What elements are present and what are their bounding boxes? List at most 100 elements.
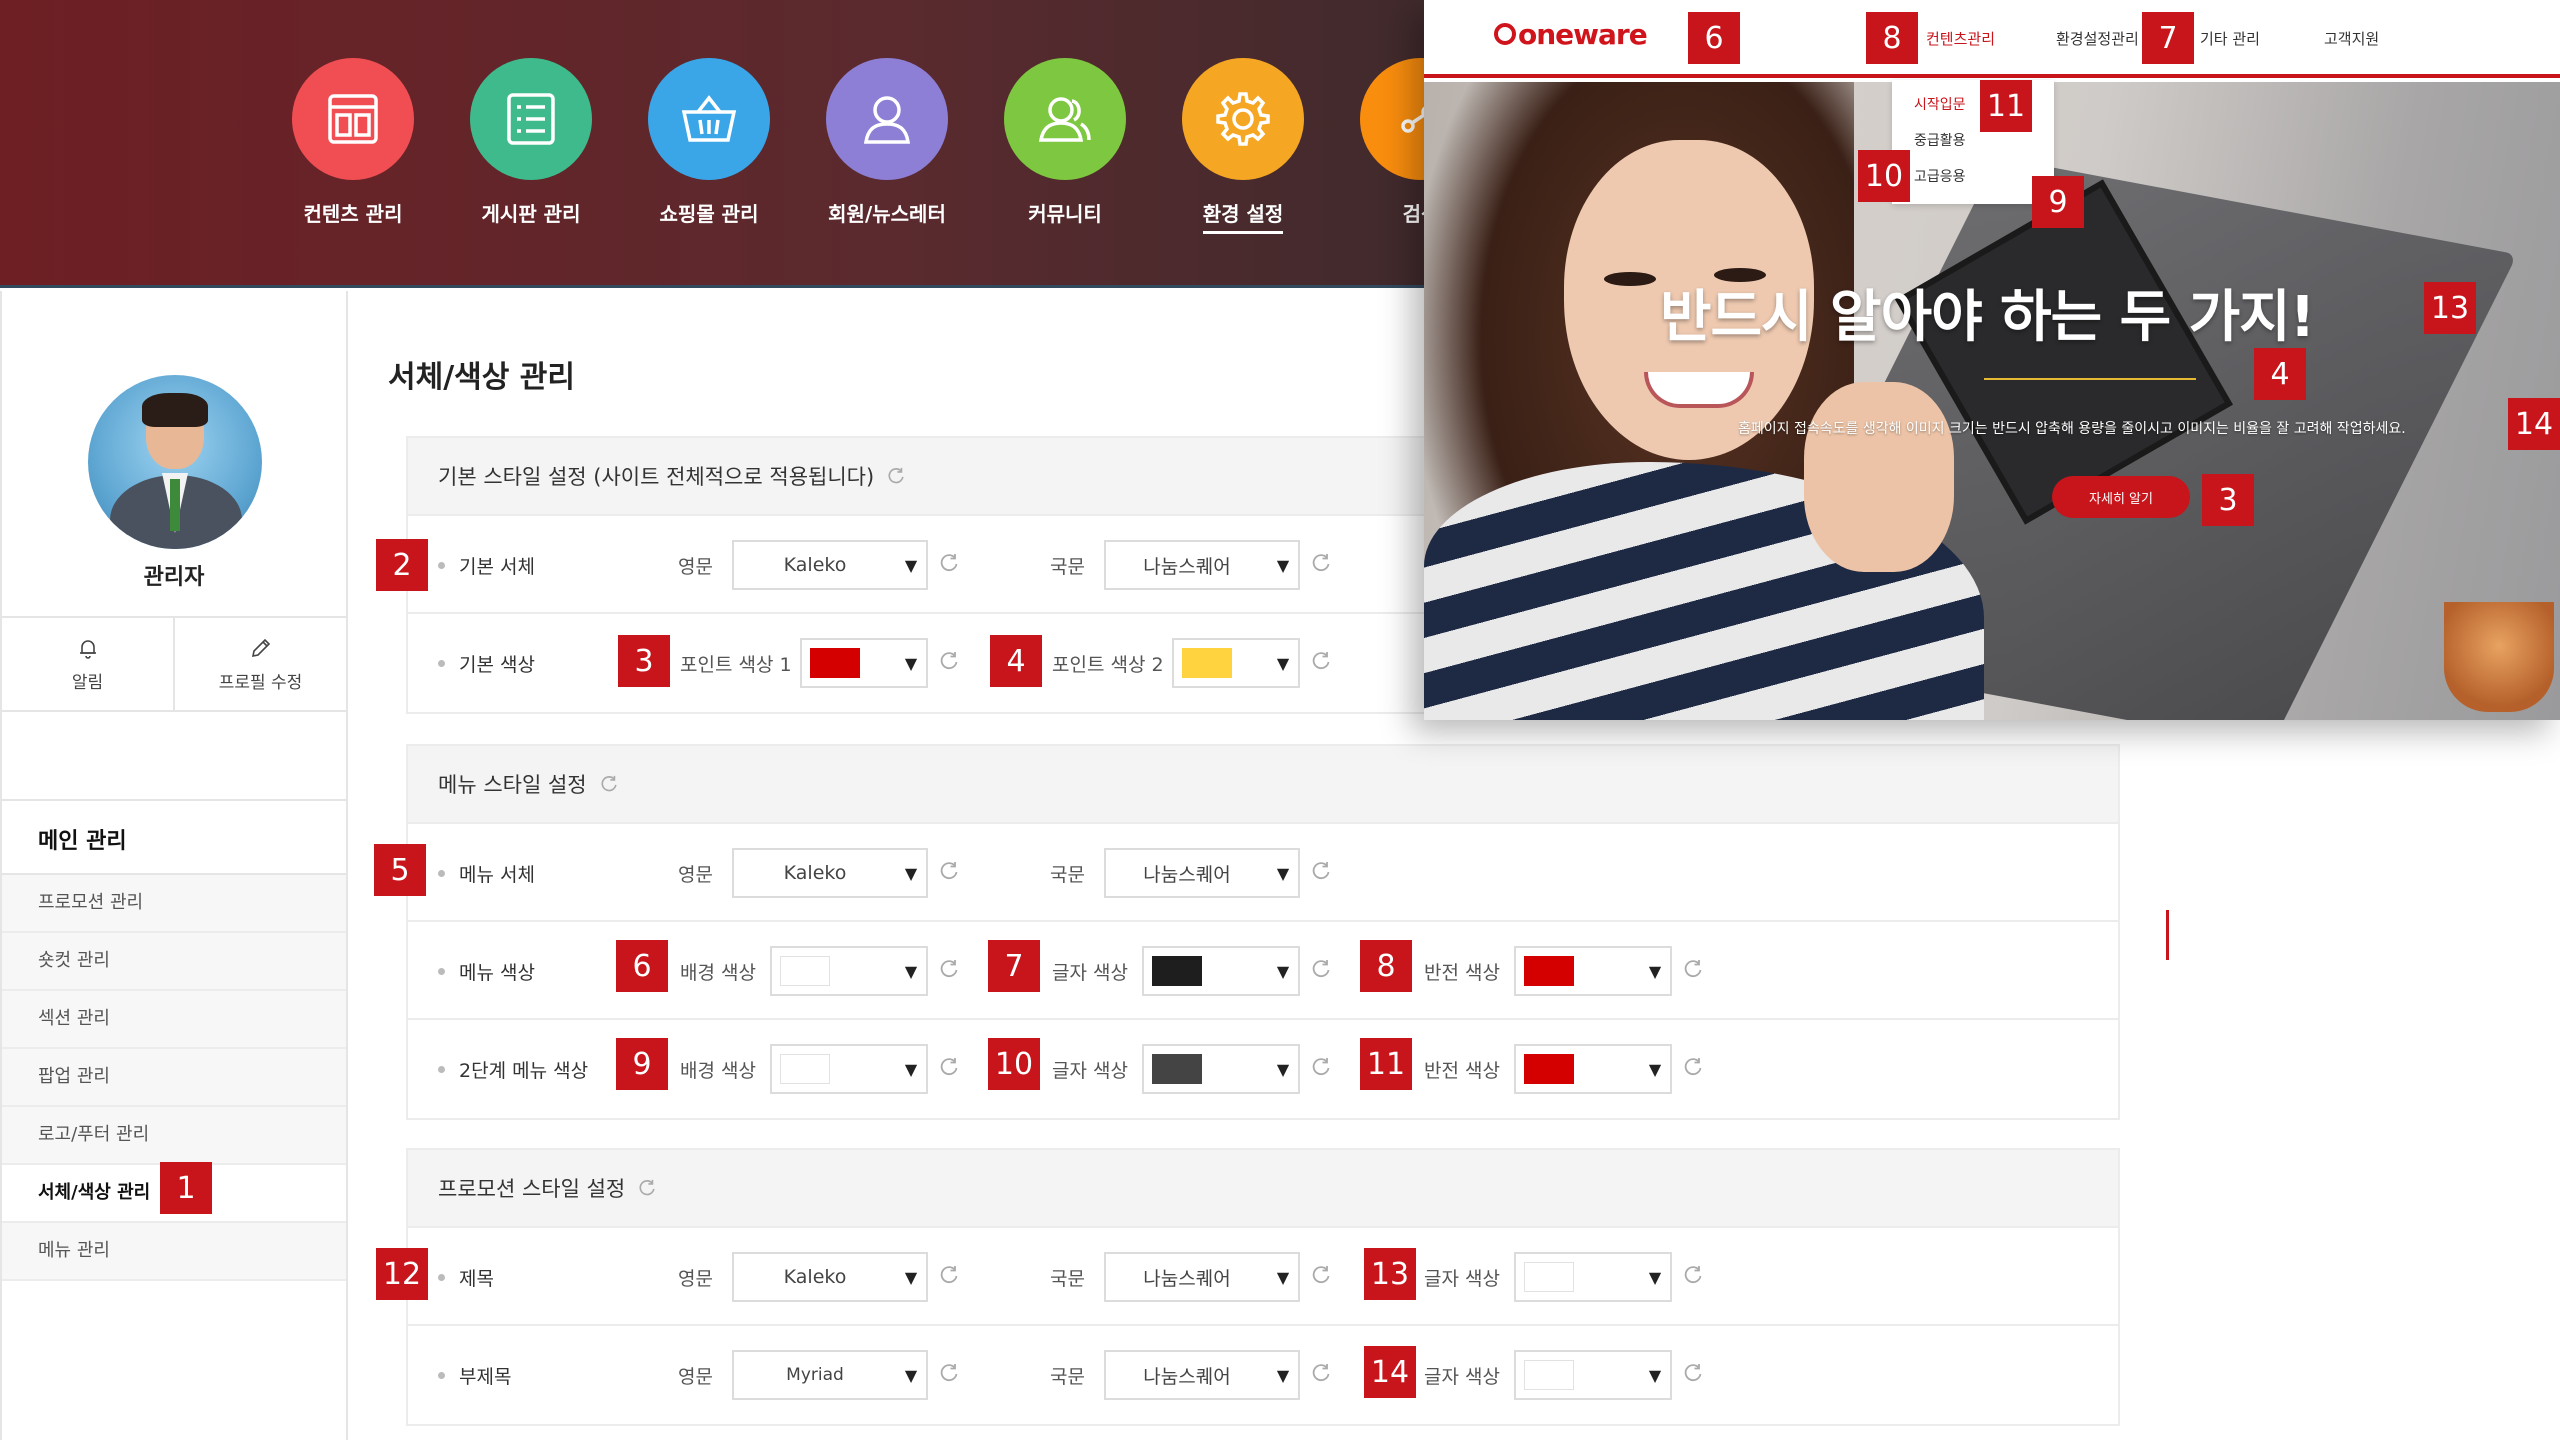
english-font-select[interactable]: Myriad ▼ <box>732 1350 928 1400</box>
color-swatch <box>1182 648 1232 678</box>
select-value: Myriad <box>786 1365 844 1385</box>
refresh-icon[interactable] <box>1310 552 1334 576</box>
refresh-icon[interactable] <box>1310 958 1334 982</box>
refresh-icon[interactable] <box>938 860 962 884</box>
title-color-select[interactable]: ▼ <box>1514 1252 1672 1302</box>
row-label: 2단계 메뉴 색상 <box>438 1020 588 1118</box>
edit-profile-label: 프로필 수정 <box>218 672 303 693</box>
nav-item-settings[interactable]: 환경 설정 <box>1182 58 1304 234</box>
inverse-color-label: 반전 색상 <box>1424 961 1500 984</box>
preview-menu-settings[interactable]: 환경설정관리 <box>2056 28 2139 49</box>
refresh-icon[interactable] <box>938 552 962 576</box>
chevron-down-icon: ▼ <box>904 555 918 575</box>
chevron-down-icon: ▼ <box>904 653 918 673</box>
refresh-icon[interactable] <box>938 1362 962 1386</box>
promotion-style-section: 프로모션 스타일 설정 제목 영문 Kaleko ▼ 국문 나눔스퀘어 ▼ 글자 색… <box>406 1148 2120 1426</box>
menu-inverse-color-select[interactable]: ▼ <box>1514 946 1672 996</box>
callout-badge: 14 <box>1364 1346 1416 1398</box>
preview-dropdown-item[interactable]: 시작입문 <box>1914 94 1966 114</box>
chevron-down-icon: ▼ <box>1276 961 1290 981</box>
nav-label: 게시판 관리 <box>481 202 581 226</box>
section-title: 기본 스타일 설정 (사이트 전체적으로 적용됩니다) <box>438 465 875 489</box>
refresh-icon[interactable] <box>938 958 962 982</box>
preview-menu-support[interactable]: 고객지원 <box>2324 28 2379 49</box>
notification-button[interactable]: 알림 <box>2 618 173 710</box>
refresh-icon[interactable] <box>1310 860 1334 884</box>
edit-profile-button[interactable]: 프로필 수정 <box>173 618 346 710</box>
nav-item-content[interactable]: 컨텐츠 관리 <box>292 58 414 234</box>
refresh-icon[interactable] <box>938 1056 962 1080</box>
refresh-icon[interactable] <box>599 774 619 794</box>
submenu-inverse-color-select[interactable]: ▼ <box>1514 1044 1672 1094</box>
refresh-icon[interactable] <box>1682 958 1706 982</box>
nav-item-board[interactable]: 게시판 관리 <box>470 58 592 234</box>
point-color-2-select[interactable]: ▼ <box>1172 638 1300 688</box>
english-font-select[interactable]: Kaleko ▼ <box>732 1252 928 1302</box>
submenu-bg-color-select[interactable]: ▼ <box>770 1044 928 1094</box>
sidebar-item-promotion[interactable]: 프로모션 관리 <box>2 875 346 933</box>
nav-label: 쇼핑몰 관리 <box>659 202 759 226</box>
menu-bg-color-select[interactable]: ▼ <box>770 946 928 996</box>
english-font-select[interactable]: Kaleko ▼ <box>732 540 928 590</box>
preview-learn-more-button[interactable]: 자세히 알기 <box>2052 476 2190 518</box>
refresh-icon[interactable] <box>886 466 906 486</box>
refresh-icon[interactable] <box>938 1264 962 1288</box>
section-title: 프로모션 스타일 설정 <box>438 1177 626 1201</box>
main-category-nav: 컨텐츠 관리 게시판 관리 쇼핑몰 관리 회원/뉴스레터 커뮤니티 환경 설정 … <box>292 58 1482 234</box>
admin-sidebar: 관리자 알림 프로필 수정 메인 관리 프로모션 관리 숏컷 관리 섹션 관리 … <box>0 291 348 1440</box>
refresh-icon[interactable] <box>1310 650 1334 674</box>
callout-badge: 1 <box>160 1162 212 1214</box>
board-icon <box>470 58 592 180</box>
submenu-text-color-select[interactable]: ▼ <box>1142 1044 1300 1094</box>
select-value: Kaleko <box>783 862 847 884</box>
callout-badge: 5 <box>374 844 426 896</box>
bg-color-label: 배경 색상 <box>680 1059 756 1082</box>
preview-hero-subtitle: 홈페이지 접속속도를 생각해 이미지 크기는 반드시 압축해 용량을 줄이시고 … <box>1738 421 2406 437</box>
sidebar-item-popup[interactable]: 팝업 관리 <box>2 1049 346 1107</box>
callout-badge: 7 <box>988 940 1040 992</box>
korean-font-select[interactable]: 나눔스퀘어 ▼ <box>1104 1350 1300 1400</box>
sidebar-item-section[interactable]: 섹션 관리 <box>2 991 346 1049</box>
callout-badge: 14 <box>2508 398 2560 450</box>
point-color-1-select[interactable]: ▼ <box>800 638 928 688</box>
callout-badge: 7 <box>2142 12 2194 64</box>
callout-badge: 10 <box>1858 150 1910 202</box>
chevron-down-icon: ▼ <box>904 1059 918 1079</box>
preview-dropdown-item[interactable]: 고급응용 <box>1914 166 1966 186</box>
nav-item-community[interactable]: 커뮤니티 <box>1004 58 1126 234</box>
refresh-icon[interactable] <box>1310 1264 1334 1288</box>
preview-menu-etc[interactable]: 기타 관리 <box>2200 28 2260 49</box>
nav-item-members[interactable]: 회원/뉴스레터 <box>826 58 948 234</box>
row-label: 메뉴 서체 <box>438 824 535 922</box>
callout-badge: 4 <box>990 635 1042 687</box>
page-title: 서체/색상 관리 <box>388 360 576 395</box>
refresh-icon[interactable] <box>1682 1264 1706 1288</box>
refresh-icon[interactable] <box>1682 1362 1706 1386</box>
scroll-indicator <box>2166 910 2169 960</box>
sidebar-item-logo-footer[interactable]: 로고/푸터 관리 <box>2 1107 346 1165</box>
refresh-icon[interactable] <box>1310 1362 1334 1386</box>
english-label: 영문 <box>678 1365 713 1388</box>
nav-item-shop[interactable]: 쇼핑몰 관리 <box>648 58 770 234</box>
subtitle-color-select[interactable]: ▼ <box>1514 1350 1672 1400</box>
korean-font-select[interactable]: 나눔스퀘어 ▼ <box>1104 1252 1300 1302</box>
select-value: 나눔스퀘어 <box>1143 555 1231 578</box>
preview-menu-content[interactable]: 컨텐츠관리 <box>1926 28 1995 49</box>
menu-text-color-select[interactable]: ▼ <box>1142 946 1300 996</box>
preview-dropdown-item[interactable]: 중급활용 <box>1914 130 1966 150</box>
color-swatch <box>1524 1262 1574 1292</box>
chevron-down-icon: ▼ <box>904 1365 918 1385</box>
refresh-icon[interactable] <box>1310 1056 1334 1080</box>
sidebar-item-shortcut[interactable]: 숏컷 관리 <box>2 933 346 991</box>
english-font-select[interactable]: Kaleko ▼ <box>732 848 928 898</box>
select-value: 나눔스퀘어 <box>1143 863 1231 886</box>
select-value: 나눔스퀘어 <box>1143 1365 1231 1388</box>
refresh-icon[interactable] <box>1682 1056 1706 1080</box>
korean-font-select[interactable]: 나눔스퀘어 ▼ <box>1104 540 1300 590</box>
refresh-icon[interactable] <box>938 650 962 674</box>
sidebar-item-menu[interactable]: 메뉴 관리 <box>2 1223 346 1281</box>
refresh-icon[interactable] <box>637 1178 657 1198</box>
korean-font-select[interactable]: 나눔스퀘어 ▼ <box>1104 848 1300 898</box>
chevron-down-icon: ▼ <box>1648 1059 1662 1079</box>
avatar <box>88 375 262 549</box>
